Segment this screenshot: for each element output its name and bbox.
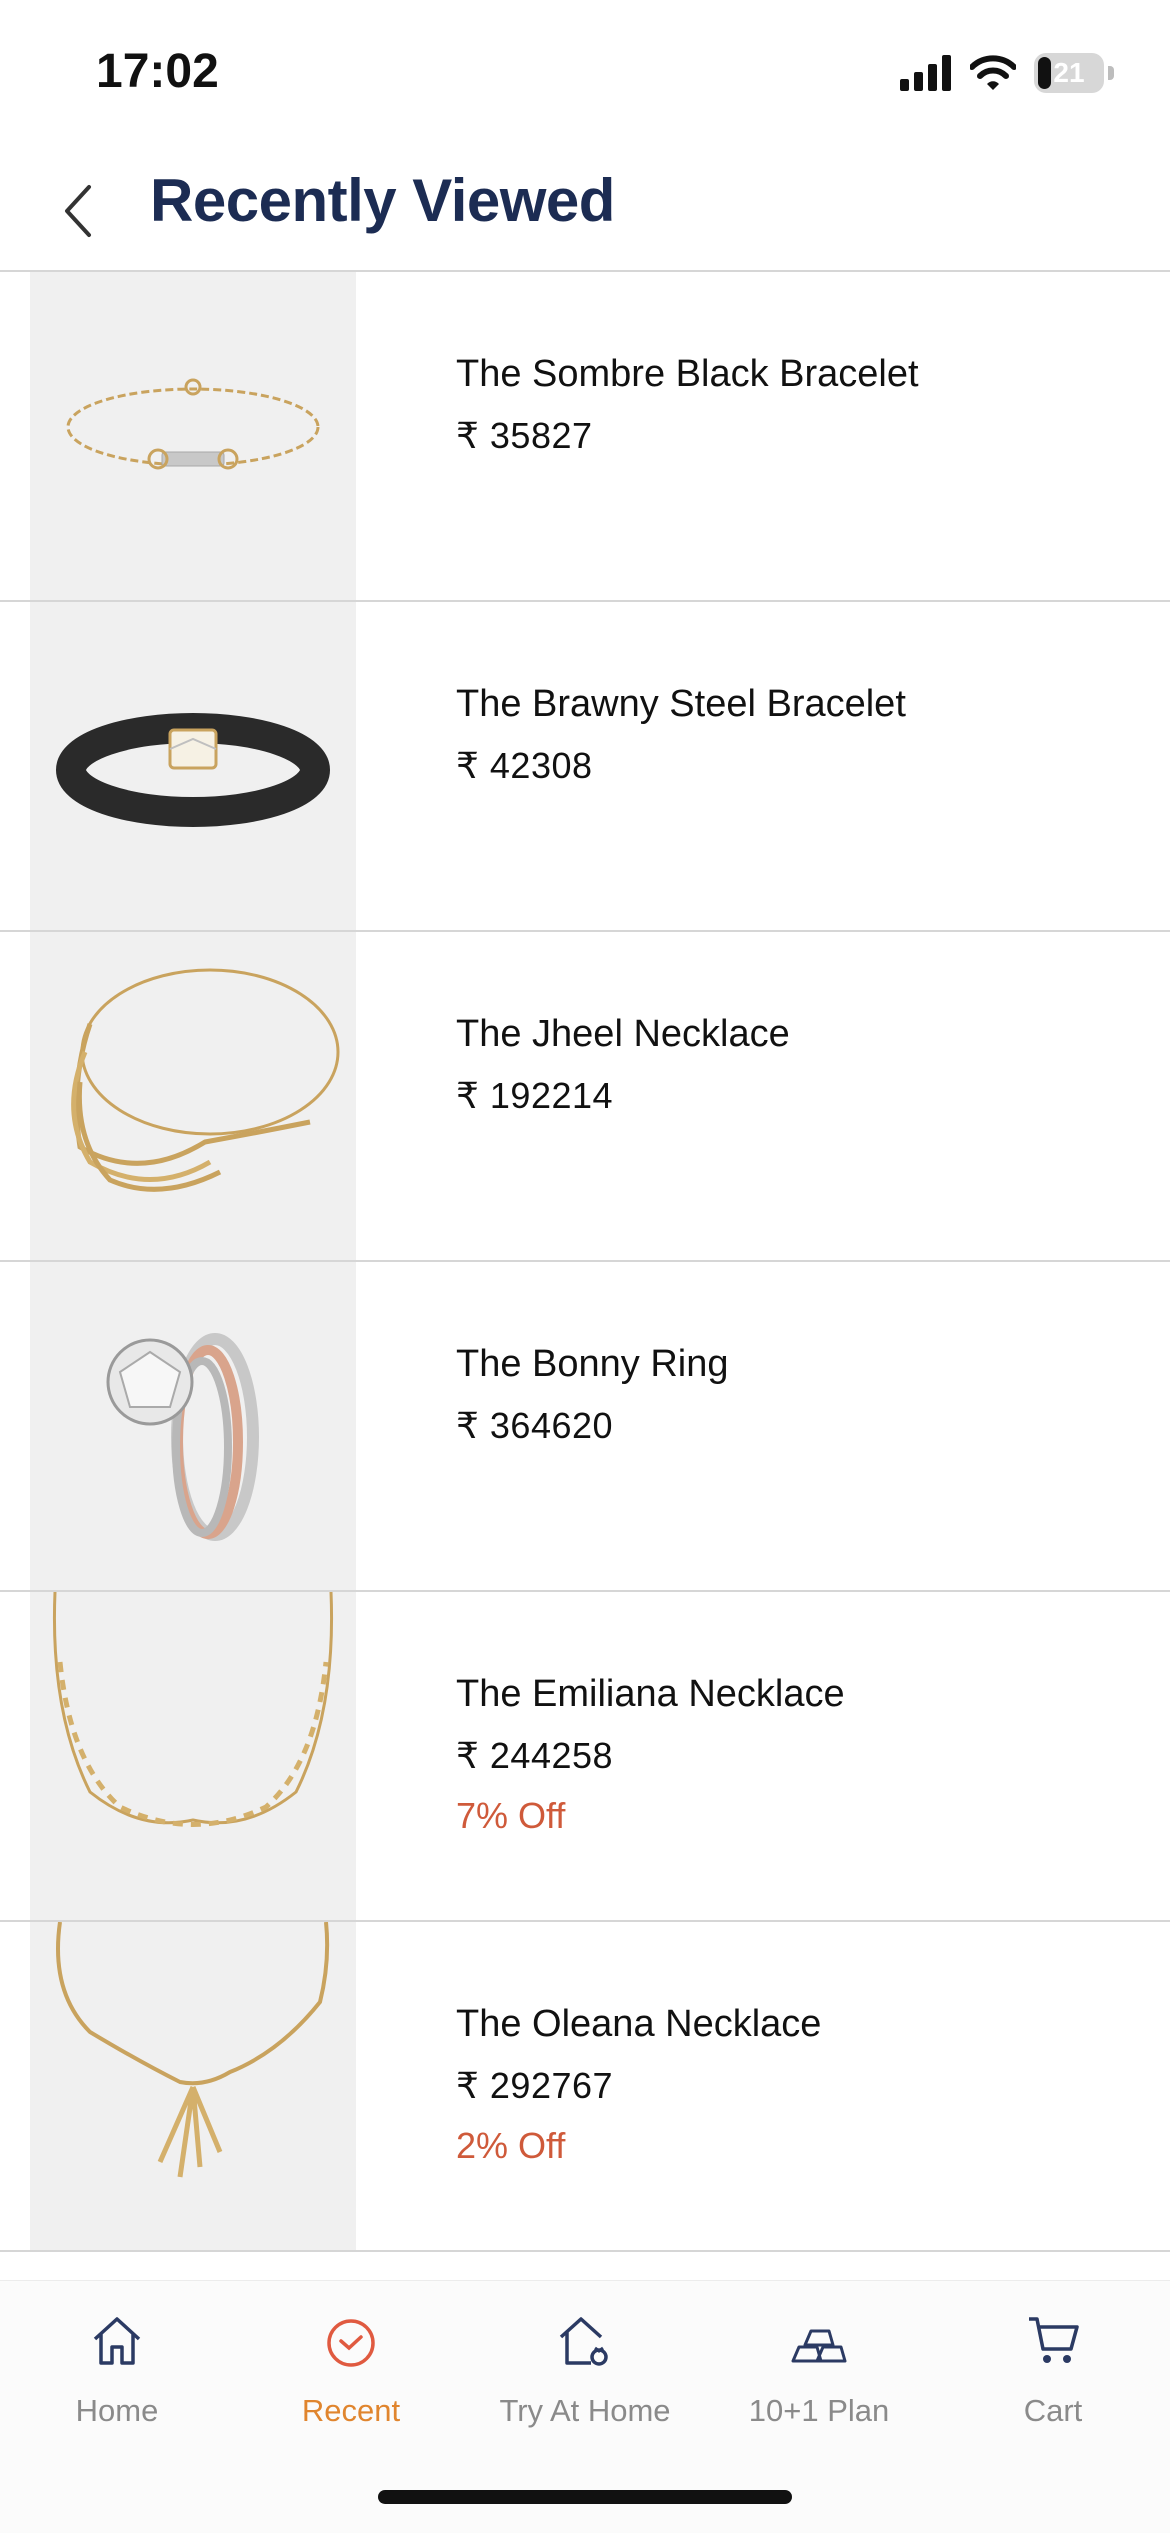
item-price: ₹ 192214 <box>456 1075 614 1116</box>
tab-label: Recent <box>301 2393 401 2428</box>
page-title: Recently Viewed <box>150 167 615 234</box>
try-at-home-icon <box>555 2311 615 2371</box>
back-button[interactable] <box>44 176 114 246</box>
diamond-necklace-image <box>30 1592 356 1920</box>
home-icon <box>87 2311 147 2371</box>
gold-drop-necklace-image <box>30 1922 356 2250</box>
tab-label: Cart <box>1023 2393 1083 2428</box>
discount-label: 7% Off <box>456 1795 566 1836</box>
recently-viewed-list: The Sombre Black Bracelet ₹ 35827 The Br… <box>0 272 1170 2252</box>
item-price: ₹ 35827 <box>456 415 593 456</box>
list-item[interactable]: The Bonny Ring ₹ 364620 <box>0 1262 1170 1592</box>
item-price: ₹ 244258 <box>456 1735 614 1776</box>
item-name: The Oleana Necklace <box>456 2003 822 2045</box>
battery-level <box>1038 57 1051 89</box>
tab-cart[interactable]: Cart <box>936 2311 1170 2441</box>
battery-percentage: 21 <box>1053 57 1085 88</box>
diamond-ring-image <box>30 1262 356 1590</box>
header: Recently Viewed <box>0 140 1170 272</box>
tab-plan[interactable]: 10+1 Plan <box>702 2311 936 2441</box>
item-info: The Oleana Necklace ₹ 292767 2% Off <box>456 2000 821 2168</box>
status-time: 17:02 <box>96 45 219 98</box>
item-info: The Jheel Necklace ₹ 192214 <box>456 1010 790 1118</box>
chevron-left-icon <box>65 185 91 237</box>
item-price: ₹ 292767 <box>456 2065 614 2106</box>
home-indicator <box>378 2490 792 2504</box>
item-name: The Emiliana Necklace <box>456 1673 845 1715</box>
tab-label: Home <box>75 2393 159 2428</box>
tab-home[interactable]: Home <box>0 2311 234 2441</box>
gold-bars-icon <box>789 2311 849 2371</box>
item-price: ₹ 42308 <box>456 745 593 786</box>
discount-label: 2% Off <box>456 2125 566 2166</box>
item-info: The Emiliana Necklace ₹ 244258 7% Off <box>456 1670 845 1838</box>
tab-label: 10+1 Plan <box>748 2393 890 2428</box>
status-icons: 21 <box>900 48 1114 98</box>
black-mesh-bracelet-image <box>30 602 356 930</box>
item-name: The Sombre Black Bracelet <box>456 353 919 395</box>
item-name: The Bonny Ring <box>456 1343 729 1385</box>
wifi-icon <box>970 55 1016 90</box>
gold-layered-necklace-image <box>30 932 356 1260</box>
item-info: The Brawny Steel Bracelet ₹ 42308 <box>456 680 906 788</box>
status-bar: 17:02 21 <box>0 0 1170 140</box>
item-info: The Sombre Black Bracelet ₹ 35827 <box>456 350 919 458</box>
list-item[interactable]: The Jheel Necklace ₹ 192214 <box>0 932 1170 1262</box>
tab-recent[interactable]: Recent <box>234 2311 468 2441</box>
item-name: The Brawny Steel Bracelet <box>456 683 906 725</box>
list-item[interactable]: The Sombre Black Bracelet ₹ 35827 <box>0 272 1170 602</box>
list-item[interactable]: The Oleana Necklace ₹ 292767 2% Off <box>0 1922 1170 2252</box>
list-item[interactable]: The Brawny Steel Bracelet ₹ 42308 <box>0 602 1170 932</box>
gold-chain-bracelet-image <box>30 272 356 600</box>
tab-label: Try At Home <box>499 2393 671 2428</box>
item-name: The Jheel Necklace <box>456 1013 790 1055</box>
battery-tip <box>1108 66 1114 80</box>
clock-icon <box>321 2311 381 2371</box>
tab-try-at-home[interactable]: Try At Home <box>468 2311 702 2441</box>
item-price: ₹ 364620 <box>456 1405 614 1446</box>
cart-icon <box>1023 2311 1083 2371</box>
item-info: The Bonny Ring ₹ 364620 <box>456 1340 729 1448</box>
list-item[interactable]: The Emiliana Necklace ₹ 244258 7% Off <box>0 1592 1170 1922</box>
battery-icon: 21 <box>1034 53 1104 93</box>
signal-icon <box>900 55 951 91</box>
